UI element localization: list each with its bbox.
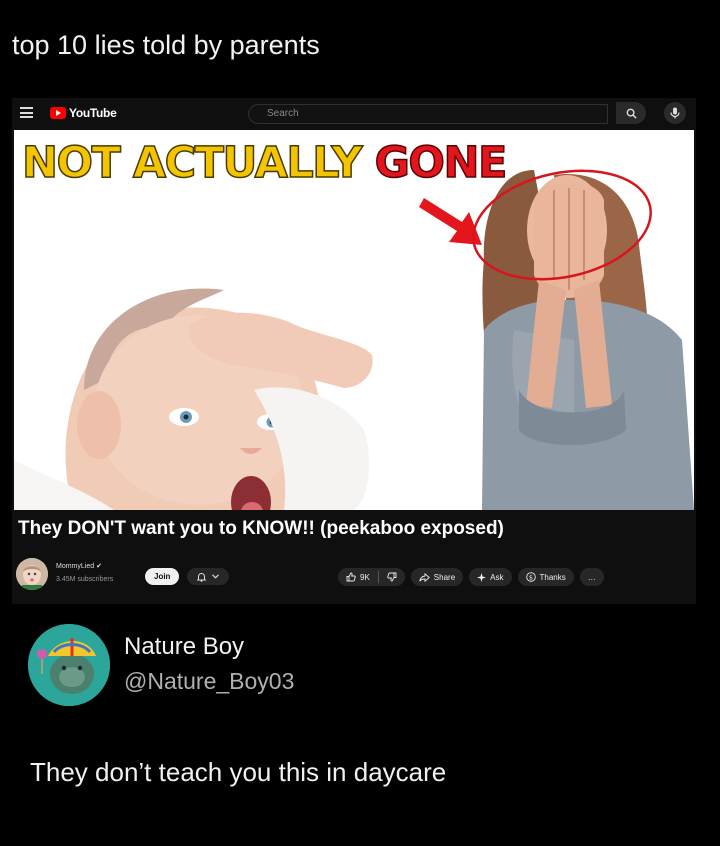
subscriber-count: 3.45M subscribers: [56, 576, 114, 583]
channel-row: MommyLied ✔ 3.45M subscribers Join 9K Sh…: [12, 554, 696, 594]
bell-icon: [197, 572, 206, 582]
voice-search-button[interactable]: [664, 102, 686, 124]
video-thumbnail[interactable]: NOT ACTUALLY GONE: [14, 130, 694, 510]
like-count[interactable]: 9K: [360, 573, 370, 582]
thumbnail-headline-red: GONE: [374, 137, 508, 189]
thanks-button[interactable]: $ Thanks: [517, 568, 574, 586]
thumbs-down-icon[interactable]: [387, 572, 397, 582]
chevron-down-icon: [212, 574, 219, 579]
video-title[interactable]: They DON'T want you to KNOW!! (peekaboo …: [18, 518, 504, 540]
tweet-avatar-image: [28, 624, 110, 706]
youtube-logo[interactable]: YouTube: [50, 106, 117, 120]
search-icon: [626, 108, 637, 119]
youtube-logo-text: YouTube: [69, 106, 117, 120]
share-icon: [419, 572, 430, 582]
svg-text:$: $: [528, 573, 532, 581]
search-placeholder: Search: [267, 108, 299, 119]
tweet-text: They don’t teach you this in daycare: [30, 757, 447, 787]
more-icon: …: [587, 572, 596, 582]
tweet-handle[interactable]: @Nature_Boy03: [124, 668, 294, 695]
ask-button[interactable]: Ask: [469, 568, 512, 586]
search-button[interactable]: [616, 102, 646, 124]
share-button[interactable]: Share: [410, 568, 464, 586]
channel-name[interactable]: MommyLied ✔: [56, 562, 102, 570]
youtube-play-icon: [50, 107, 66, 119]
tweet-display-name[interactable]: Nature Boy: [124, 633, 244, 661]
youtube-top-bar: YouTube Search: [12, 98, 696, 128]
thanks-dollar-icon: $: [525, 572, 536, 582]
ask-label: Ask: [490, 572, 504, 582]
tweet-avatar[interactable]: [28, 624, 110, 706]
more-actions-button[interactable]: …: [579, 568, 604, 586]
thanks-label: Thanks: [539, 572, 566, 582]
like-divider: [377, 571, 379, 583]
hamburger-menu-icon[interactable]: [20, 107, 33, 118]
search-input[interactable]: Search: [248, 104, 608, 124]
thumbnail-headline: NOT ACTUALLY GONE: [21, 137, 508, 189]
post-caption: top 10 lies told by parents: [12, 30, 320, 60]
join-button[interactable]: Join: [145, 568, 180, 585]
video-actions: 9K Share Ask $ Thanks …: [338, 568, 604, 586]
channel-avatar-image: [16, 558, 48, 590]
channel-avatar[interactable]: [16, 558, 48, 590]
microphone-icon: [670, 107, 680, 119]
like-dislike-group: 9K: [338, 568, 405, 586]
thumbs-up-icon[interactable]: [346, 572, 356, 582]
notification-bell-button[interactable]: [187, 568, 229, 585]
youtube-screenshot: YouTube Search NOT ACTUALLY GONE They DO…: [12, 98, 696, 604]
sparkle-icon: [477, 572, 487, 582]
thumbnail-headline-yellow: NOT ACTUALLY: [21, 137, 363, 189]
share-label: Share: [433, 572, 456, 582]
